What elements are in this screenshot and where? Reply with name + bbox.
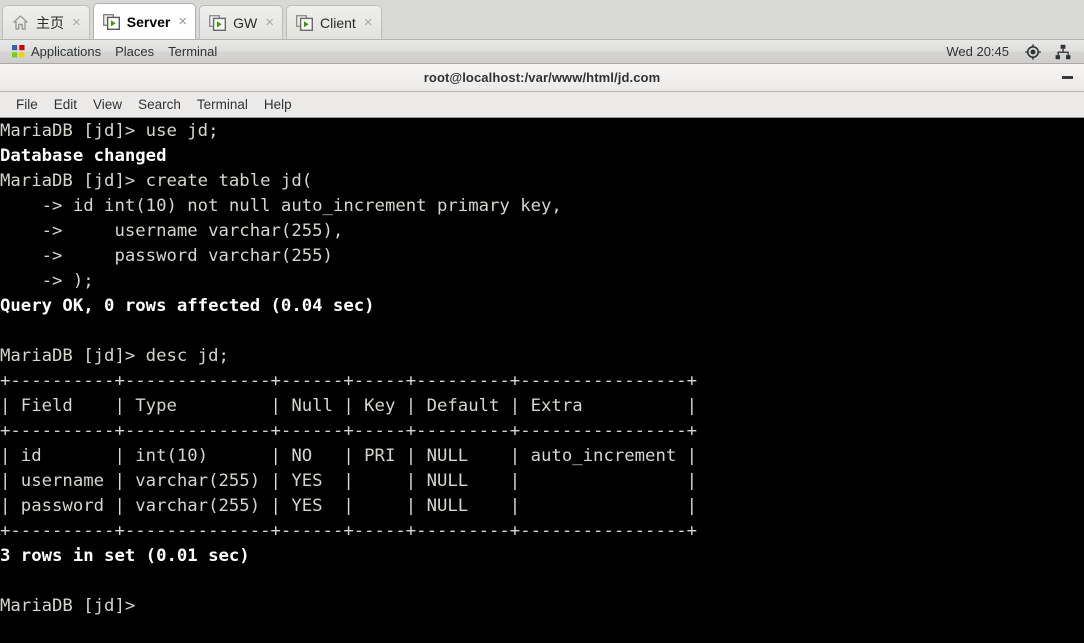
tab-close-icon[interactable]: × [363, 15, 374, 30]
terminal-line: | id | int(10) | NO | PRI | NULL | auto_… [0, 446, 698, 466]
tab-label: GW [233, 14, 258, 31]
home-icon [12, 14, 29, 31]
terminal-line: | username | varchar(255) | YES | | NULL… [0, 471, 698, 491]
terminal-line: MariaDB [jd]> create table jd( [0, 171, 313, 191]
window-titlebar: root@localhost:/var/www/html/jd.com [0, 64, 1084, 92]
terminal-run-icon [209, 14, 227, 31]
terminal-line: -> ); [0, 271, 94, 291]
browser-tab-strip: 主页 × Server × GW × Client × [0, 0, 1084, 40]
places-menu[interactable]: Places [108, 42, 161, 61]
terminal-line: +----------+--------------+------+-----+… [0, 421, 698, 441]
terminal-line: | password | varchar(255) | YES | | NULL… [0, 496, 698, 516]
tab-close-icon[interactable]: × [177, 14, 188, 29]
places-menu-label: Places [115, 44, 155, 59]
applications-menu[interactable]: Applications [4, 42, 108, 61]
terminal-screen[interactable]: MariaDB [jd]> use jd; Database changed M… [0, 118, 1084, 643]
tab-close-icon[interactable]: × [264, 15, 275, 30]
menu-view[interactable]: View [85, 94, 130, 115]
terminal-line: MariaDB [jd]> [0, 596, 136, 616]
tab-label: 主页 [36, 14, 64, 31]
terminal-line: -> id int(10) not null auto_increment pr… [0, 196, 562, 216]
volume-icon [1025, 43, 1041, 60]
minimize-button[interactable] [1050, 64, 1084, 91]
terminal-run-icon [296, 14, 313, 31]
terminal-line: -> username varchar(255), [0, 221, 344, 241]
terminal-menu[interactable]: Terminal [161, 42, 224, 61]
terminal-menubar: File Edit View Search Terminal Help [0, 92, 1084, 118]
terminal-line: 3 rows in set (0.01 sec) [0, 546, 250, 566]
terminal-line: +----------+--------------+------+-----+… [0, 521, 698, 541]
volume-indicator[interactable] [1018, 42, 1048, 62]
terminal-line: MariaDB [jd]> desc jd; [0, 346, 229, 366]
menu-edit[interactable]: Edit [46, 94, 85, 115]
terminal-line: -> password varchar(255) [0, 246, 333, 266]
minimize-icon [1061, 76, 1073, 79]
tab-home[interactable]: 主页 × [2, 5, 90, 39]
terminal-menu-label: Terminal [168, 44, 218, 59]
menu-terminal[interactable]: Terminal [189, 94, 256, 115]
terminal-line: MariaDB [jd]> use jd; [0, 121, 219, 141]
panel-clock[interactable]: Wed 20:45 [937, 42, 1018, 61]
terminal-window: root@localhost:/var/www/html/jd.com File… [0, 64, 1084, 643]
clock-label: Wed 20:45 [946, 44, 1009, 59]
terminal-run-icon [102, 13, 120, 30]
applications-menu-label: Applications [31, 44, 102, 59]
fedora-logo-icon [11, 44, 26, 59]
window-title: root@localhost:/var/www/html/jd.com [423, 70, 661, 85]
tab-gw[interactable]: GW × [199, 5, 283, 39]
tab-close-icon[interactable]: × [71, 15, 82, 30]
terminal-line: +----------+--------------+------+-----+… [0, 371, 698, 391]
terminal-line: Query OK, 0 rows affected (0.04 sec) [0, 296, 375, 316]
tab-label: Client [320, 14, 356, 31]
network-indicator[interactable] [1048, 42, 1078, 62]
menu-help[interactable]: Help [256, 94, 300, 115]
menu-search[interactable]: Search [130, 94, 189, 115]
tab-client[interactable]: Client × [286, 5, 382, 39]
desktop-top-panel: Applications Places Terminal Wed 20:45 [0, 40, 1084, 64]
terminal-line: | Field | Type | Null | Key | Default | … [0, 396, 698, 416]
terminal-output: MariaDB [jd]> use jd; Database changed M… [0, 118, 1084, 619]
terminal-line: Database changed [0, 146, 167, 166]
tab-label: Server [126, 13, 171, 30]
menu-file[interactable]: File [8, 94, 46, 115]
tab-server[interactable]: Server × [92, 3, 197, 39]
network-wired-icon [1055, 44, 1071, 60]
